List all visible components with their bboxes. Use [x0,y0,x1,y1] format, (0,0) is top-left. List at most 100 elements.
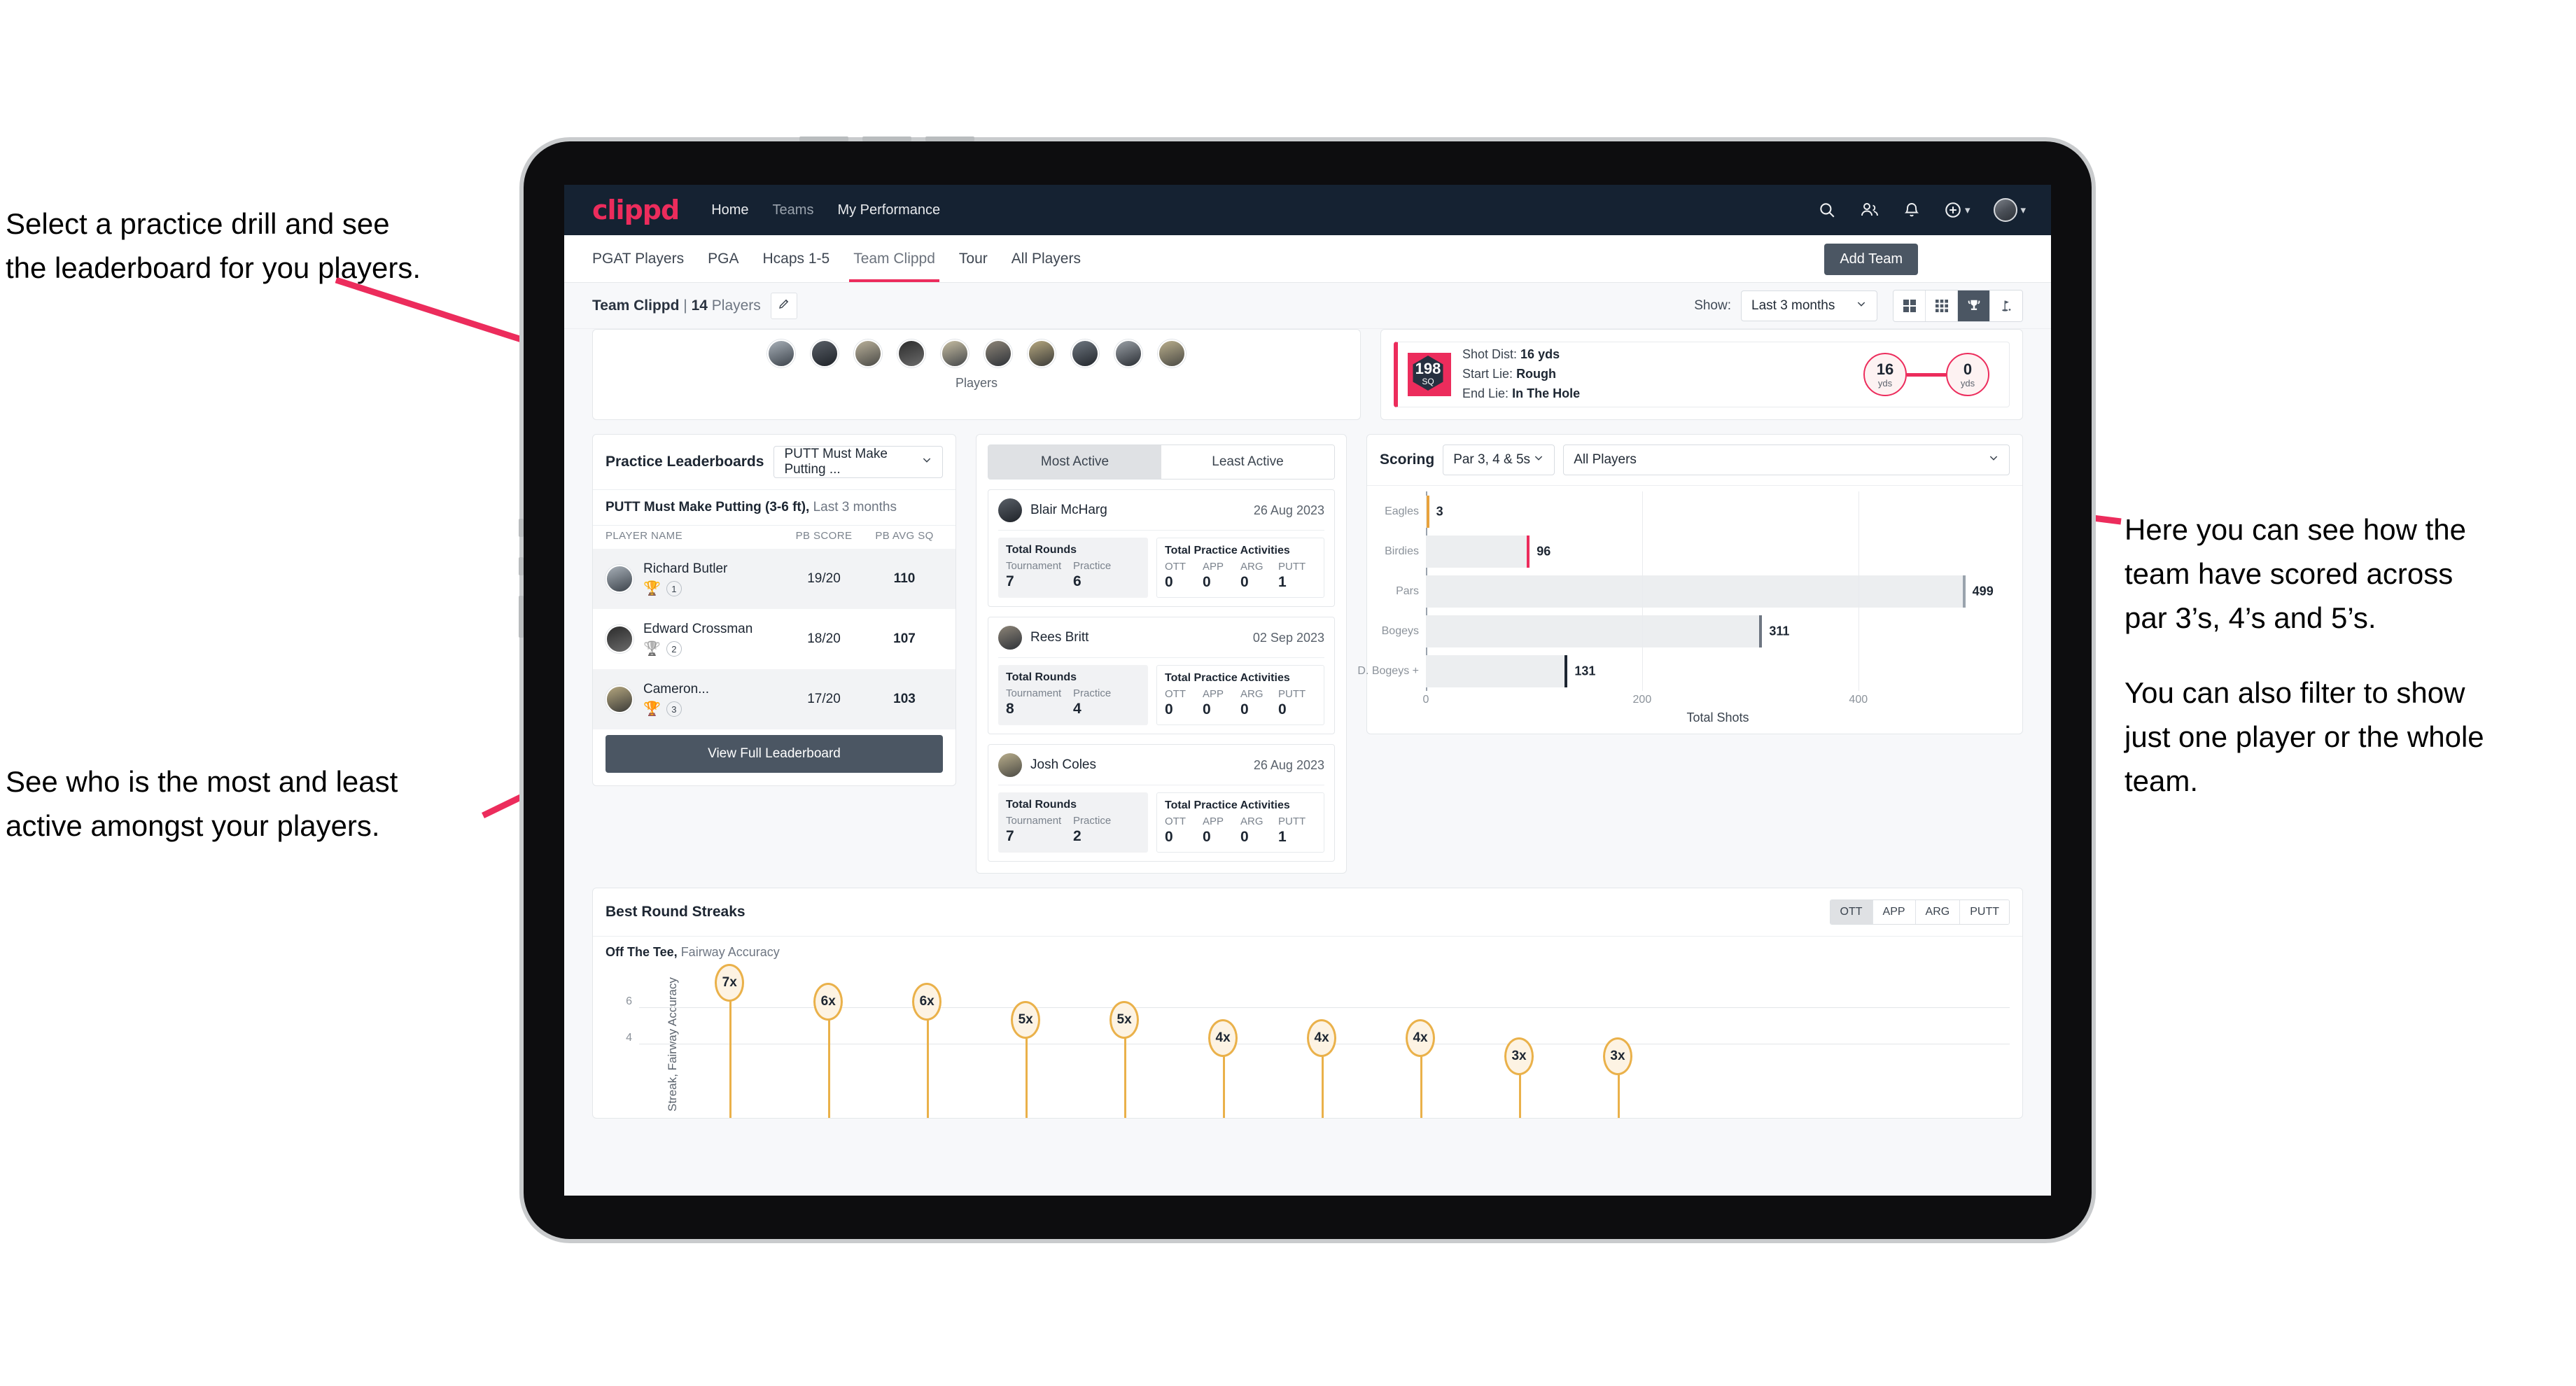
player-name: Blair McHarg [1030,503,1107,517]
annotation-line: See who is the most and least [6,765,398,798]
search-icon[interactable] [1818,201,1836,219]
player-avatar[interactable] [1071,340,1099,368]
chart-data-label[interactable]: 5x [1011,1000,1041,1039]
total-rounds-cols: Tournament 7 Practice 6 [1006,560,1140,590]
arg-label: ARG [1240,561,1264,573]
player-avatar[interactable] [1158,340,1186,368]
avatar[interactable]: ▾ [1994,198,2026,222]
total-rounds-panel: Total Rounds Tournament 8 Practice 4 [998,665,1148,725]
streaks-y-axis-label: Streak, Fairway Accuracy [665,977,679,1112]
view-full-leaderboard-button[interactable]: View Full Leaderboard [606,735,943,773]
total-rounds-cols: Tournament 7 Practice 2 [1006,815,1140,845]
scoring-title: Scoring [1380,451,1435,468]
pb-avg-sq-cell: 107 [893,631,916,646]
add-team-button[interactable]: Add Team [1824,244,1918,275]
chart-bar-value: 311 [1769,624,1790,638]
chevron-down-icon: ▾ [2020,204,2026,216]
player-avatars [593,335,1360,368]
chart-category-label: Bogeys [1381,624,1419,637]
shot-visual: 16 yds 0 yds [1863,353,1999,396]
nav-item-home[interactable]: Home [711,202,748,218]
tab-team-clippd[interactable]: Team Clippd [849,235,939,282]
player-avatar[interactable] [767,340,795,368]
segment-ott[interactable]: OTT [1830,900,1873,924]
section-tabs: PGAT Players PGA Hcaps 1-5 Team Clippd T… [564,235,2051,283]
chart-data-label[interactable]: 7x [715,964,745,1002]
chart-data-label[interactable]: 4x [1406,1019,1436,1057]
player-filter-select[interactable]: All Players [1563,444,2010,475]
arg-stat: ARG 0 [1240,816,1278,846]
player-avatar[interactable] [897,340,925,368]
drill-heading: PUTT Must Make Putting (3-6 ft), [606,500,810,514]
tab-least-active[interactable]: Least Active [1161,445,1334,479]
chart-bar-value: 131 [1574,664,1596,678]
chart-data-label[interactable]: 5x [1110,1000,1140,1039]
tab-hcaps-1-5[interactable]: Hcaps 1-5 [762,235,830,282]
tab-pgat-players[interactable]: PGAT Players [592,235,684,282]
chevron-down-icon [921,454,932,470]
table-row[interactable]: Richard Butler 🏆 1 19/20 110 [593,549,955,609]
view-toggle-trophy[interactable] [1958,290,1990,321]
shot-highlight-card: 198 SQ Shot Dist: 16 yds Start Lie: Roug… [1380,329,2023,420]
player-avatar[interactable] [1028,340,1056,368]
segment-putt[interactable]: PUTT [1960,900,2009,924]
chart-category-label: Pars [1396,584,1419,597]
chart-data-label[interactable]: 4x [1307,1019,1337,1057]
list-item[interactable]: Blair McHarg 26 Aug 2023 Total Rounds Tourn… [988,489,1335,607]
period-select[interactable]: Last 3 months [1741,290,1877,321]
player-avatar[interactable] [811,340,839,368]
clippd-logo[interactable]: clippd [592,197,680,223]
shot-row[interactable]: 198 SQ Shot Dist: 16 yds Start Lie: Roug… [1394,342,2010,407]
view-toggle-golf-flag[interactable] [1990,290,2022,321]
people-icon[interactable] [1860,201,1879,219]
nav-item-teams[interactable]: Teams [773,202,814,218]
practice-activities-panel: Total Practice Activities OTT 0 APP 0 ARG 0 PUT… [1156,665,1324,725]
column-pb-avg-sq: PB AVG SQ [875,530,934,542]
player-avatar[interactable] [941,340,969,368]
total-rounds-title: Total Rounds [1006,544,1077,556]
practice-value: 6 [1073,573,1082,589]
chart-data-label[interactable]: 3x [1603,1037,1632,1076]
avatar [998,626,1022,650]
edit-team-button[interactable] [770,292,797,319]
player-avatar[interactable] [984,340,1012,368]
tab-tour[interactable]: Tour [959,235,988,282]
segment-app[interactable]: APP [1872,900,1916,924]
list-item[interactable]: Josh Coles 26 Aug 2023 Total Rounds Tournam… [988,744,1335,862]
plus-circle-icon[interactable]: ▾ [1944,201,1970,219]
practice-leaderboards-card: Practice Leaderboards PUTT Must Make Put… [592,434,956,786]
shot-end-value: 0 [1963,360,1973,378]
drill-select[interactable]: PUTT Must Make Putting ... [774,446,943,478]
player-avatar[interactable] [854,340,882,368]
table-row[interactable]: Edward Crossman 🏆 2 18/20 107 [593,609,955,669]
view-toggle-grid-large[interactable] [1893,290,1926,321]
chart-data-label[interactable]: 4x [1208,1019,1238,1057]
streaks-subtitle: Off The Tee, Fairway Accuracy [593,937,2022,960]
tournament-stat: Tournament 8 [1006,687,1073,718]
total-rounds-cols: Tournament 8 Practice 4 [1006,687,1140,718]
tab-pga[interactable]: PGA [708,235,738,282]
tab-all-players[interactable]: All Players [1011,235,1081,282]
tab-list: PGAT Players PGA Hcaps 1-5 Team Clippd T… [592,235,1081,282]
team-title: Team Clippd | 14 Players [592,298,761,314]
practice-activities-cols: OTT 0 APP 0 ARG 0 PUTT 1 [1165,816,1316,846]
nav-item-my-performance[interactable]: My Performance [837,202,940,218]
pb-avg-sq-cell: 110 [893,571,916,586]
table-row[interactable]: Cameron... 🏆 3 17/20 103 [593,669,955,729]
putt-stat: PUTT 0 [1278,688,1316,718]
view-toggle-grid-small[interactable] [1926,290,1958,321]
chart-data-label[interactable]: 6x [912,982,942,1021]
tab-most-active[interactable]: Most Active [988,445,1161,479]
players-strip-label: Players [955,376,998,390]
chart-data-label[interactable]: 6x [813,982,844,1021]
scoring-card: Scoring Par 3, 4 & 5s All Players Eagles… [1357,434,2023,734]
activity-item-body: Total Rounds Tournament 7 Practice 2 Total Pr… [998,792,1324,853]
player-avatar[interactable] [1114,340,1142,368]
par-filter-select[interactable]: Par 3, 4 & 5s [1443,444,1555,475]
bell-icon[interactable] [1903,201,1920,219]
chart-data-label[interactable]: 3x [1504,1037,1534,1076]
arg-value: 0 [1240,574,1249,590]
chart-y-tick: 4 [626,1032,632,1044]
segment-arg[interactable]: ARG [1915,900,1961,924]
list-item[interactable]: Rees Britt 02 Sep 2023 Total Rounds Tournam… [988,617,1335,734]
